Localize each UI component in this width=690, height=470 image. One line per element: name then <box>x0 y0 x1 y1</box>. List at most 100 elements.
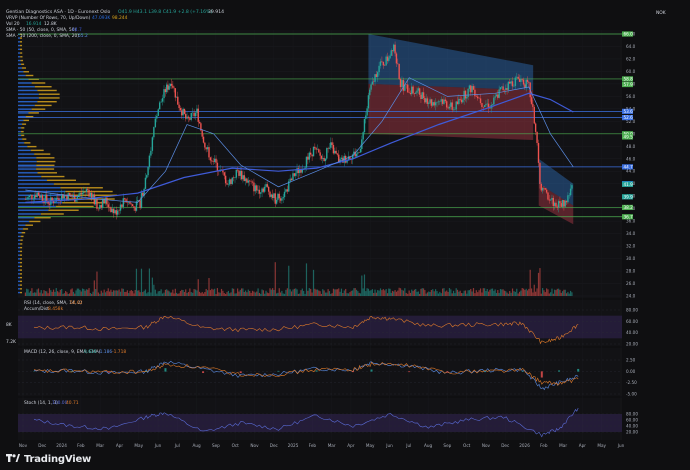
candle-body <box>491 104 494 105</box>
price-label-text: 41.9 <box>624 182 634 187</box>
candle-body <box>247 180 250 183</box>
volume-profile-down-bar <box>20 239 23 241</box>
volume-bar <box>125 291 127 296</box>
volume-bar <box>338 288 340 296</box>
volume-bar <box>72 291 75 296</box>
candle-body <box>185 113 187 119</box>
candle-body <box>68 193 71 196</box>
volume-bar <box>395 291 398 296</box>
volume-bar <box>256 291 258 296</box>
candle-body <box>464 90 467 99</box>
volume-bar <box>189 288 191 296</box>
volume-bar <box>399 288 402 296</box>
volume-bar <box>490 288 492 296</box>
volume-bar <box>241 288 243 296</box>
volume-profile-down-bar <box>30 149 44 152</box>
volume-bar <box>37 288 40 296</box>
tradingview-logo[interactable]: TradingView <box>6 454 91 465</box>
chart-canvas[interactable]: 20.0040.0060.0080.00 2.500.00-2.50-5.00 … <box>0 0 690 470</box>
candle-body <box>398 63 400 79</box>
volume-bar <box>369 290 371 296</box>
volume-bar <box>304 293 306 296</box>
candle-body <box>261 188 263 193</box>
volume-profile-down-bar <box>23 228 29 230</box>
candle-body <box>318 149 320 153</box>
volume-profile-up-bar <box>18 291 20 294</box>
volume-bar <box>371 289 373 296</box>
volume-bar <box>172 289 174 296</box>
candle-body <box>110 207 112 213</box>
volume-bar <box>135 268 138 296</box>
volume-profile-down-bar <box>21 231 26 234</box>
volume-bar <box>134 289 136 296</box>
volume-bar <box>422 288 425 296</box>
volume-profile-down-bar <box>20 130 24 133</box>
x-tick-label: 2024 <box>56 443 67 448</box>
symbol-line: Gentian Diagnostics ASA · 1D · Euronext … <box>6 9 111 15</box>
candle-body <box>286 189 289 192</box>
volume-bar <box>537 272 540 296</box>
volume-bar <box>93 280 95 296</box>
candle-body <box>437 101 440 103</box>
volume-bar <box>336 289 339 296</box>
volume-bar <box>48 288 51 296</box>
volume-bar <box>150 292 152 296</box>
volume-bar <box>133 293 135 296</box>
volume-bar <box>140 268 143 296</box>
volume-profile-up-bar <box>18 112 29 114</box>
candle-body <box>514 77 517 86</box>
price-tick-label: 26.0 <box>626 281 636 286</box>
candle-body <box>154 118 157 128</box>
x-tick-label: Mar <box>96 443 104 448</box>
volume-bar <box>277 292 279 296</box>
volume-bar <box>107 288 109 296</box>
volume-bar <box>415 288 417 296</box>
price-label-text: 38.2 <box>624 205 634 210</box>
macd-value-3: -1.718 <box>112 349 126 355</box>
x-tick-label: Jul <box>174 443 180 448</box>
candle-body <box>311 154 313 157</box>
volume-bar <box>543 290 545 296</box>
volume-profile-up-bar <box>18 63 22 65</box>
volume-bar <box>164 289 167 296</box>
volume-bar <box>393 291 395 296</box>
candle-body <box>450 102 452 107</box>
candle-body <box>156 115 158 119</box>
volume-profile-down-bar <box>37 100 57 103</box>
volume-bar <box>117 290 119 296</box>
candle-body <box>270 194 273 197</box>
candle-body <box>133 206 135 208</box>
volume-bar <box>238 291 240 296</box>
candle-body <box>326 148 328 159</box>
candle-body <box>150 150 152 156</box>
volume-bar <box>419 293 421 296</box>
candle-body <box>315 148 317 150</box>
volume-bar <box>456 289 459 296</box>
candle-body <box>362 132 364 140</box>
candle-body <box>215 158 217 163</box>
candle-body <box>378 65 380 73</box>
volume-profile-down-bar <box>21 127 25 129</box>
volume-bar <box>148 268 151 296</box>
price-label-text: 58.8 <box>624 77 634 82</box>
candle-body <box>390 50 392 56</box>
volume-bar <box>83 289 85 296</box>
volume-bar <box>535 291 537 296</box>
candle-body <box>244 178 247 182</box>
candle-body <box>283 191 286 198</box>
candle-body <box>119 204 122 211</box>
candle-body <box>320 155 323 159</box>
price-tick-label: 56.0 <box>626 94 636 99</box>
vol-value-2: 12.8K <box>44 21 57 27</box>
volume-bar <box>533 284 535 296</box>
volume-profile-up-bar <box>18 175 42 178</box>
candle-body <box>402 80 405 91</box>
candle-body <box>308 152 310 160</box>
candle-body <box>177 96 179 105</box>
volume-bar <box>80 291 82 296</box>
candle-body <box>560 203 562 207</box>
volume-bar <box>112 290 115 296</box>
candle-body <box>391 50 394 52</box>
volume-bar <box>208 278 210 296</box>
x-tick-label: Apr <box>116 443 124 448</box>
